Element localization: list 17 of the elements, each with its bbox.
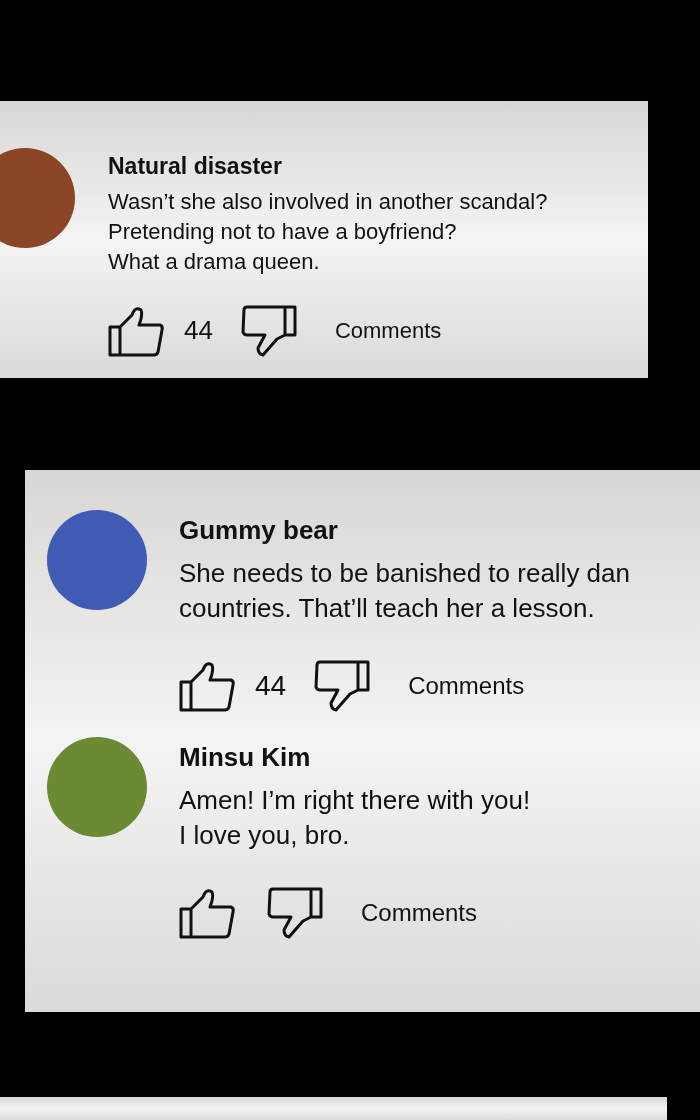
comment-text: Wasn’t she also involved in another scandal? Pretending not to have a boyfriend? What a drama queen. (108, 187, 548, 276)
comment-text: Amen! I’m right there with you! I love you, bro. (179, 784, 531, 853)
thumbs-up-icon[interactable] (179, 660, 235, 713)
comment-author: Natural disaster (108, 153, 283, 181)
comments-button[interactable]: Comments (361, 899, 478, 928)
comment-author: Minsu Kim (179, 742, 312, 774)
thumbs-up-icon[interactable] (179, 887, 235, 940)
comment-text: She needs to be banished to really dan countries. That’ll teach her a lesson. (179, 557, 630, 626)
like-count: 44 (255, 670, 287, 703)
like-count: 44 (184, 315, 213, 347)
thumbs-down-icon[interactable] (267, 887, 323, 940)
thumbs-down-icon[interactable] (240, 304, 297, 357)
thumbs-down-icon[interactable] (314, 660, 371, 713)
comments-button[interactable]: Comments (408, 672, 525, 701)
thumbs-up-icon[interactable] (108, 304, 164, 357)
comments-button[interactable]: Comments (334, 317, 442, 344)
comment-author: Gummy bear (179, 515, 339, 547)
